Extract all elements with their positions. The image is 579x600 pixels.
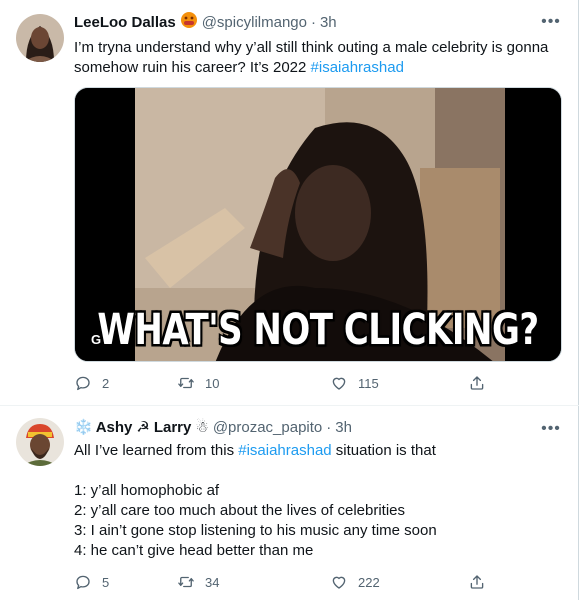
snowflake-icon: ❄️	[74, 419, 93, 436]
tweet-text-line: somehow ruin his career? It’s 2022 #isai…	[74, 58, 559, 78]
list-item: 2: y’all care too much about the lives o…	[74, 502, 406, 519]
more-options-icon[interactable]: •••	[541, 12, 561, 32]
tweet-text-line: All I’ve learned from this #isaiahrashad…	[74, 441, 559, 461]
reply-icon	[76, 376, 90, 391]
separator-dot: ·	[326, 418, 332, 436]
more-options-icon[interactable]: •••	[541, 419, 561, 439]
hashtag-link[interactable]: #isaiahrashad	[311, 59, 404, 76]
retweet-icon	[178, 377, 194, 389]
user-handle[interactable]: @spicylilmango	[202, 14, 307, 31]
timestamp[interactable]: 3h	[335, 419, 352, 436]
reply-count: 2	[102, 375, 110, 391]
tweet[interactable]: ❄️ Ashy ☭ Larry ☃ @prozac_papito · 3h ••…	[0, 405, 579, 600]
share-button[interactable]	[468, 572, 496, 592]
gif-media[interactable]: GIF WHAT'S NOT CLICKING?	[74, 87, 562, 362]
tweet-text: All I’ve learned from this #isaiahrashad…	[74, 441, 559, 561]
tweet-text-plain: somehow ruin his career? It’s 2022	[74, 59, 311, 76]
like-button[interactable]: 222	[330, 572, 380, 592]
reply-button[interactable]: 5	[74, 572, 109, 592]
list-item: 1: y’all homophobic af	[74, 482, 220, 499]
timestamp[interactable]: 3h	[320, 14, 337, 31]
retweet-button[interactable]: 34	[177, 572, 219, 592]
tweet-header: ❄️ Ashy ☭ Larry ☃ @prozac_papito · 3h	[74, 417, 352, 437]
share-icon	[470, 575, 484, 589]
avatar[interactable]	[16, 418, 64, 466]
display-name[interactable]: Ashy	[96, 419, 133, 436]
like-count: 222	[358, 574, 380, 590]
share-icon	[470, 376, 484, 390]
avatar-image	[16, 14, 64, 62]
reply-button[interactable]: 2	[74, 373, 109, 393]
tweet-text: I’m tryna understand why y’all still thi…	[74, 38, 559, 78]
retweet-count: 34	[205, 574, 220, 590]
snowman-icon: ☃	[195, 419, 209, 436]
reply-icon	[76, 575, 90, 590]
reply-count: 5	[102, 574, 110, 590]
avatar-image	[16, 418, 64, 466]
hashtag-link[interactable]: #isaiahrashad	[238, 442, 331, 459]
separator-dot: ·	[310, 13, 316, 31]
tweet-actions: 2 10 115	[74, 373, 494, 393]
display-name[interactable]: LeeLoo Dallas	[74, 14, 176, 31]
share-button[interactable]	[468, 373, 496, 393]
tweet-actions: 5 34 222	[74, 572, 494, 592]
mask-emoji-icon	[180, 11, 198, 33]
like-count: 115	[358, 375, 379, 391]
hammer-sickle-icon: ☭	[136, 419, 150, 436]
heart-icon	[332, 377, 346, 390]
retweet-button[interactable]: 10	[177, 373, 219, 393]
heart-icon	[332, 576, 346, 589]
gif-caption: WHAT'S NOT CLICKING?	[97, 305, 539, 355]
like-button[interactable]: 115	[330, 373, 379, 393]
tweet-header: LeeLoo Dallas @spicylilmango · 3h	[74, 12, 337, 32]
tweet-text-plain: All I’ve learned from this	[74, 442, 239, 459]
retweet-icon	[178, 576, 194, 588]
display-name-part[interactable]: Larry	[154, 419, 192, 436]
tweet-text-line: I’m tryna understand why y’all still thi…	[74, 39, 549, 56]
avatar[interactable]	[16, 14, 64, 62]
retweet-count: 10	[205, 375, 220, 391]
tweet[interactable]: LeeLoo Dallas @spicylilmango · 3h ••• I’…	[0, 0, 579, 405]
tweet-text-plain: situation is that	[331, 442, 436, 459]
list-item: 3: I ain’t gone stop listening to his mu…	[74, 522, 437, 539]
list-item: 4: he can’t give head better than me	[74, 542, 314, 559]
user-handle[interactable]: @prozac_papito	[213, 419, 322, 436]
